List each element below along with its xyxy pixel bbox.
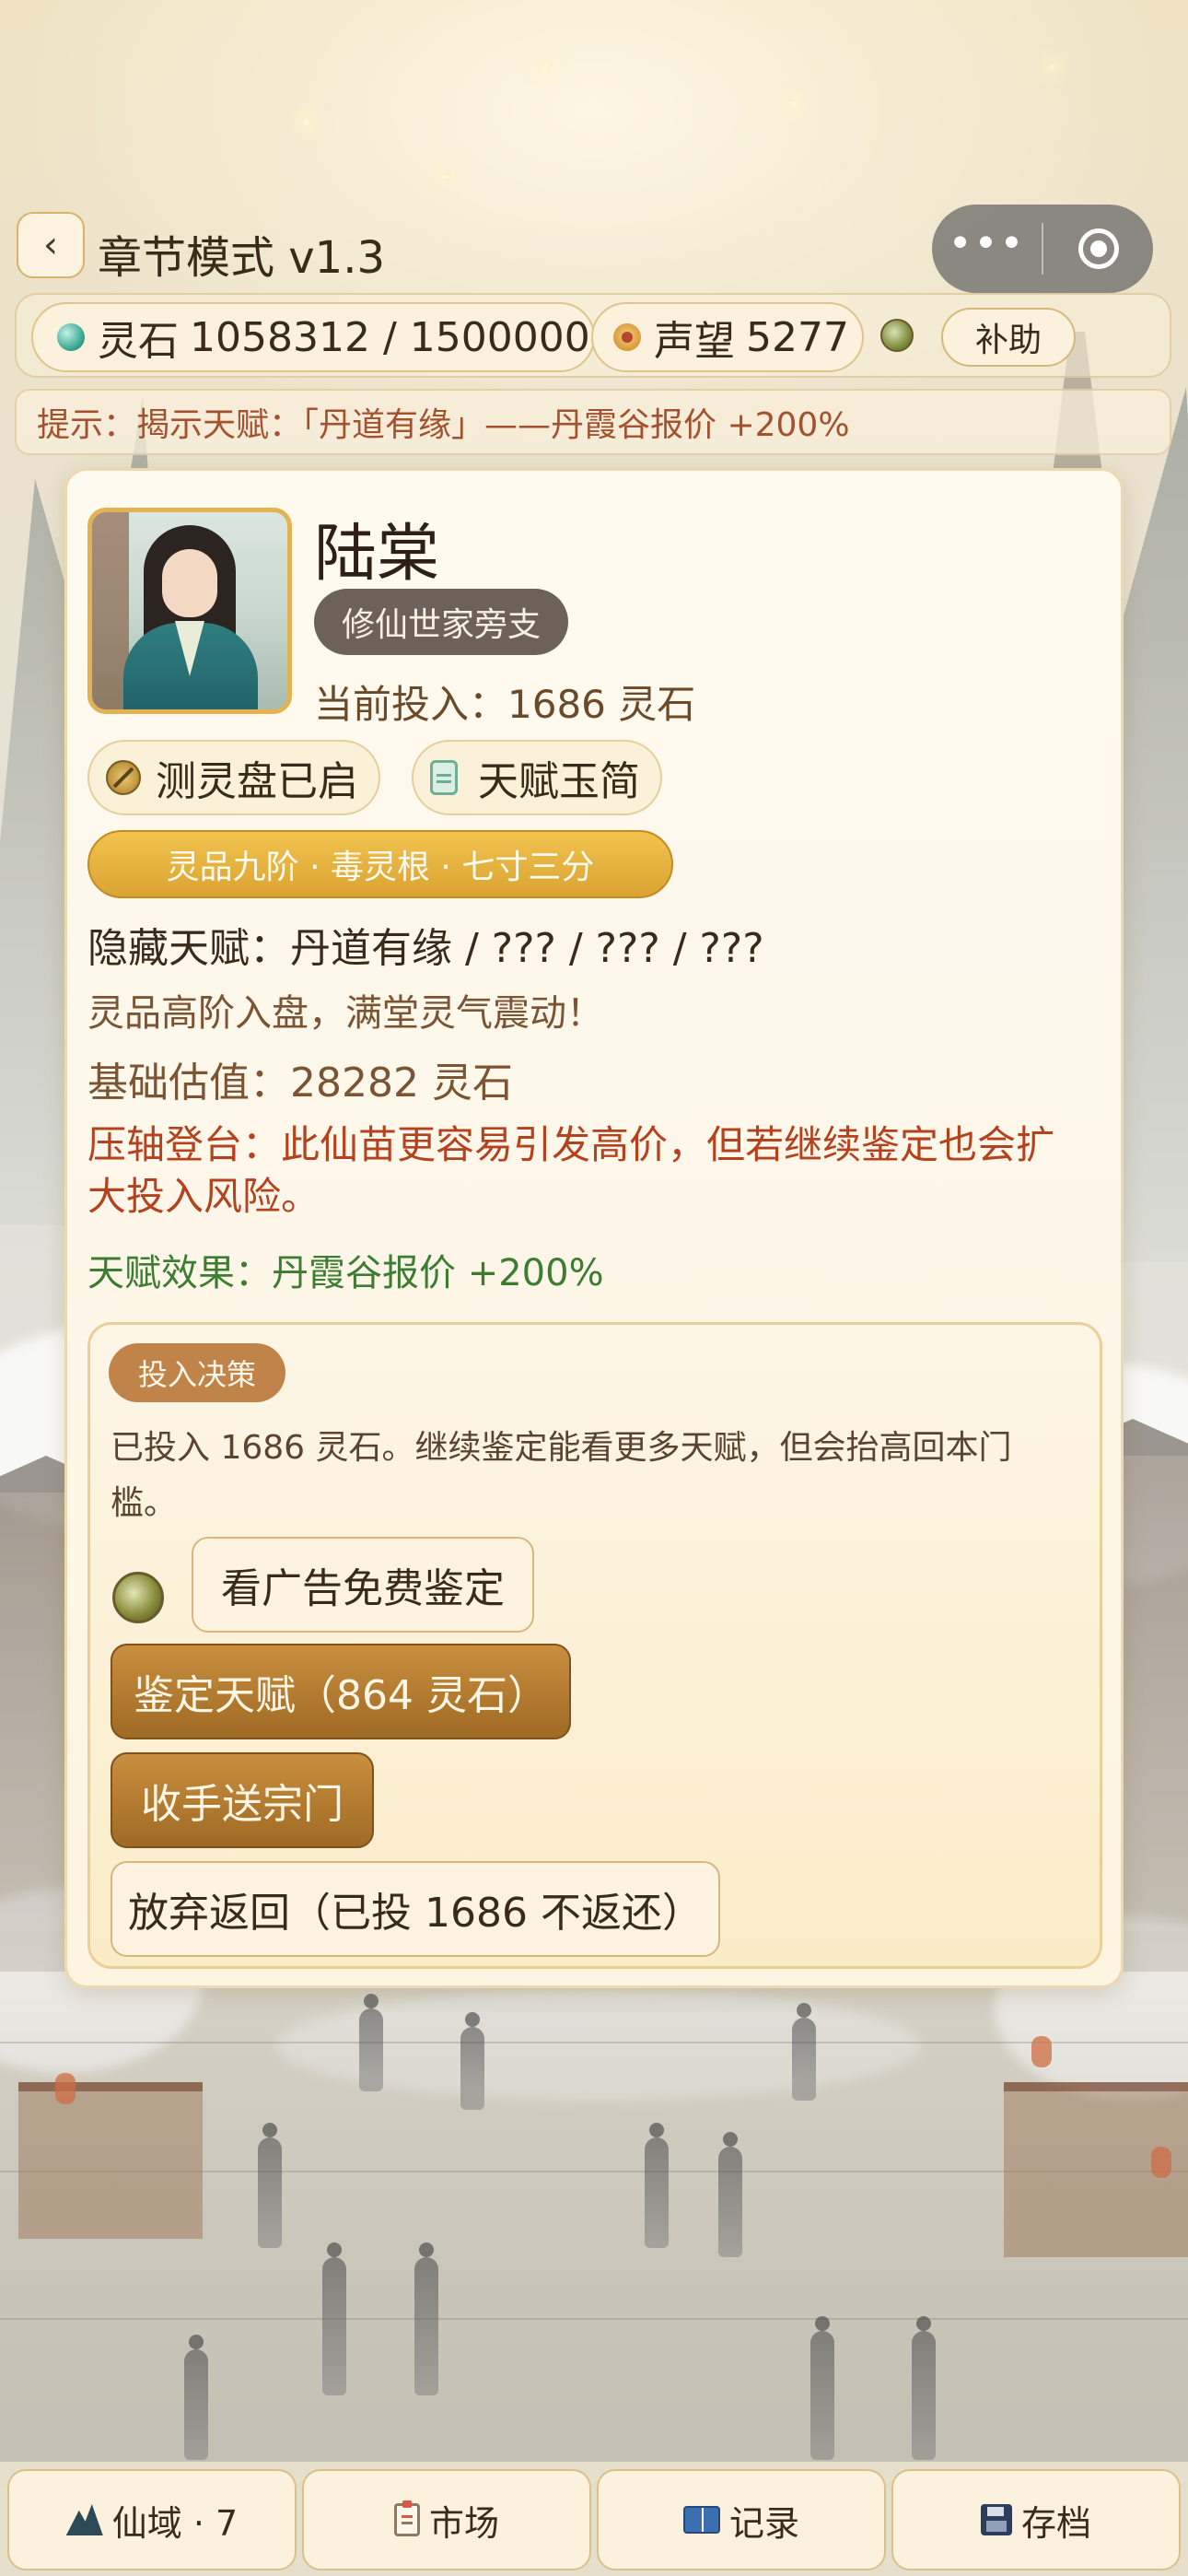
book-icon	[682, 2506, 720, 2534]
save-disk-icon	[980, 2504, 1012, 2535]
base-valuation: 基础估值：28282 灵石	[87, 1060, 513, 1107]
nav-save-label: 存档	[1020, 2502, 1091, 2544]
nav-records-label: 记录	[728, 2502, 799, 2544]
compass-icon	[106, 760, 141, 795]
mountain-icon	[65, 2504, 103, 2535]
decision-description: 已投入 1686 灵石。继续鉴定能看更多天赋，但会抬高回本门槛。	[111, 1429, 1012, 1522]
prestige-label: 声望	[654, 318, 735, 365]
hint-banner: 提示：揭示天赋：「丹道有缘」——丹霞谷报价 +200%	[15, 389, 1171, 455]
medal-icon	[613, 323, 641, 351]
more-dots-icon: •••	[948, 220, 1026, 267]
grade-badge: 灵品九阶 · 毒灵根 · 七寸三分	[87, 830, 673, 898]
prestige-pill: 声望 5277	[591, 302, 864, 372]
nav-market[interactable]: 市场	[302, 2469, 591, 2570]
nav-records[interactable]: 记录	[597, 2469, 886, 2570]
talent-scroll-label: 天赋玉简	[478, 758, 640, 805]
more-button[interactable]: •••	[932, 205, 1042, 293]
appraise-talent-button[interactable]: 鉴定天赋（864 灵石）	[111, 1644, 571, 1739]
page-title: 章节模式 v1.3	[98, 232, 386, 284]
finale-warning: 压轴登台：此仙苗更容易引发高价，但若继续鉴定也会扩大投入风险。	[87, 1122, 1055, 1219]
abandon-return-button[interactable]: 放弃返回（已投 1686 不返还）	[111, 1861, 720, 1957]
nav-realm[interactable]: 仙域 · 7	[7, 2469, 297, 2570]
spirit-compass-label: 测灵盘已启	[156, 758, 358, 805]
prestige-value: 5277	[746, 313, 849, 361]
origin-badge: 修仙世家旁支	[314, 589, 569, 655]
ad-coin-icon	[112, 1572, 164, 1623]
subsidy-button[interactable]: 补助	[941, 308, 1076, 367]
current-investment: 当前投入：1686 灵石	[314, 682, 696, 727]
spirit-stone-icon	[57, 323, 85, 351]
nav-market-label: 市场	[428, 2502, 499, 2544]
talent-effect: 天赋效果：丹霞谷报价 +200%	[87, 1252, 604, 1294]
decision-panel: 投入决策 已投入 1686 灵石。继续鉴定能看更多天赋，但会抬高回本门槛。 看广…	[87, 1322, 1102, 1969]
talent-scroll-chip[interactable]: 天赋玉简	[412, 740, 662, 815]
send-to-sect-button[interactable]: 收手送宗门	[111, 1752, 374, 1848]
bottom-nav: 仙域 · 7 市场 记录 存档	[0, 2462, 1188, 2576]
spirit-stone-label: 灵石	[98, 318, 179, 365]
jade-scroll-icon	[430, 760, 458, 795]
chevron-left-icon: ‹	[43, 224, 58, 266]
spirit-compass-chip[interactable]: 测灵盘已启	[87, 740, 380, 815]
watch-ad-appraise-button[interactable]: 看广告免费鉴定	[192, 1537, 534, 1633]
target-ring-icon	[1077, 228, 1119, 269]
resource-bar: 灵石 1058312 / 1500000 声望 5277 补助	[15, 293, 1171, 378]
character-name: 陆棠	[314, 518, 440, 591]
spirit-stone-value: 1058312 / 1500000	[190, 313, 590, 361]
reaction-text: 灵品高阶入盘，满堂灵气震动！	[87, 992, 603, 1035]
hidden-talents: 隐藏天赋：丹道有缘 / ??? / ??? / ???	[87, 925, 764, 972]
nav-realm-label: 仙域 · 7	[111, 2502, 239, 2544]
character-portrait	[87, 508, 292, 714]
ad-coin-icon	[880, 319, 914, 352]
candidate-card: 陆棠 修仙世家旁支 当前投入：1686 灵石 测灵盘已启 天赋玉简 灵品九阶 ·…	[64, 468, 1124, 1988]
nav-save[interactable]: 存档	[891, 2469, 1181, 2570]
back-button[interactable]: ‹	[17, 212, 85, 278]
decision-tag: 投入决策	[109, 1343, 286, 1402]
top-bar: ‹ 章节模式 v1.3 •••	[0, 203, 1188, 293]
close-button[interactable]	[1043, 205, 1153, 293]
spirit-stone-pill: 灵石 1058312 / 1500000	[31, 302, 595, 372]
mini-program-capsule: •••	[932, 205, 1153, 293]
clipboard-icon	[393, 2500, 420, 2536]
